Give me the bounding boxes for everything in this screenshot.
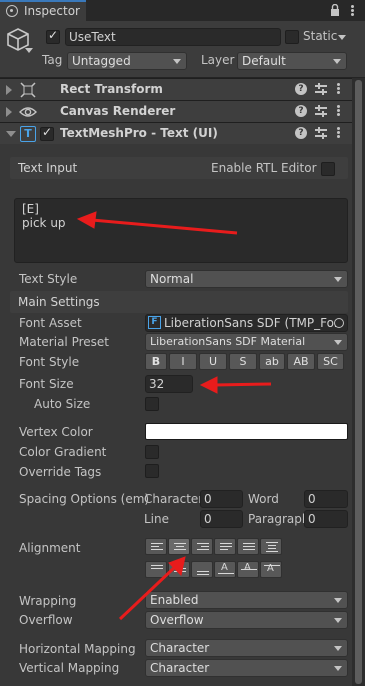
annotation-arrows: [76, 211, 272, 621]
annotation-arrow-alignment: [118, 556, 186, 621]
annotation-arrow-text-input: [76, 211, 238, 235]
annotation-arrow-font-size: [199, 376, 272, 394]
